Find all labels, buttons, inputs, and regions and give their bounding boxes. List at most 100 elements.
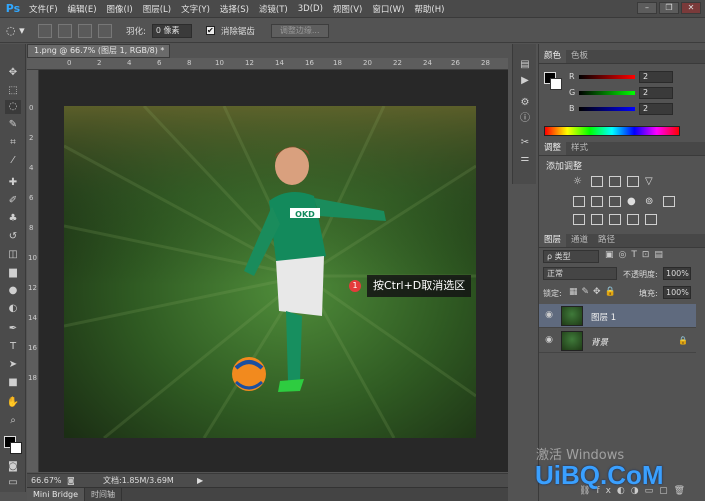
menu-window[interactable]: 窗口(W) xyxy=(367,3,409,15)
refine-edge-button[interactable]: 调整边缘... xyxy=(270,23,329,38)
channel-g-slider[interactable] xyxy=(579,91,635,95)
layer-filter-icons[interactable]: ▣◎T⊡▤ xyxy=(605,250,668,260)
menu-3d[interactable]: 3D(D) xyxy=(293,4,328,14)
shape-tool-icon[interactable]: ■ xyxy=(5,376,21,390)
levels-icon[interactable] xyxy=(591,176,603,187)
gradient-tool-icon[interactable]: ▆ xyxy=(5,266,21,280)
channel-r-slider[interactable] xyxy=(579,75,635,79)
lasso-tool-icon[interactable]: ◌ xyxy=(5,100,21,114)
zoom-level[interactable]: 66.67% xyxy=(31,474,62,487)
crop-tool-icon[interactable]: ⌗ xyxy=(5,136,21,150)
menu-type[interactable]: 文字(Y) xyxy=(176,3,215,15)
channel-g-value[interactable]: 2 xyxy=(639,87,673,99)
tab-paths[interactable]: 路径 xyxy=(593,234,620,247)
invert-icon[interactable] xyxy=(573,214,585,225)
exposure-icon[interactable] xyxy=(627,176,639,187)
menu-file[interactable]: 文件(F) xyxy=(24,3,63,15)
stamp-tool-icon[interactable]: ♣ xyxy=(5,212,21,226)
background-color-swatch[interactable] xyxy=(10,442,22,454)
quick-select-tool-icon[interactable]: ✎ xyxy=(5,118,21,132)
path-select-tool-icon[interactable]: ➤ xyxy=(5,358,21,372)
bg-color-chip[interactable] xyxy=(550,78,562,90)
properties-icon[interactable]: ⚙ xyxy=(518,96,532,110)
layer-name[interactable]: 图层 1 xyxy=(591,311,616,323)
tab-channels[interactable]: 通道 xyxy=(566,234,593,247)
new-selection-icon[interactable] xyxy=(38,23,52,38)
pen-tool-icon[interactable]: ✒ xyxy=(5,322,21,336)
threshold-icon[interactable] xyxy=(609,214,621,225)
subtract-selection-icon[interactable] xyxy=(78,23,92,38)
layer-filter-select[interactable]: ρ 类型 xyxy=(543,250,599,263)
add-selection-icon[interactable] xyxy=(58,23,72,38)
character-icon[interactable]: ⚌ xyxy=(518,152,532,166)
opacity-input[interactable]: 100% xyxy=(663,267,691,280)
lock-icons[interactable]: ▦✎✥🔒 xyxy=(569,287,620,297)
actions-icon[interactable]: ▶ xyxy=(518,74,532,88)
intersect-selection-icon[interactable] xyxy=(98,23,112,38)
move-tool-icon[interactable]: ✥ xyxy=(5,66,21,80)
photo-filter-icon[interactable]: ● xyxy=(627,196,639,207)
channel-mixer-icon[interactable]: ⊚ xyxy=(645,196,657,207)
dodge-tool-icon[interactable]: ◐ xyxy=(5,302,21,316)
info-icon[interactable]: ⓘ xyxy=(518,112,532,126)
menu-layer[interactable]: 图层(L) xyxy=(138,3,176,15)
antialias-checkbox[interactable]: ✔ xyxy=(205,26,215,35)
menu-image[interactable]: 图像(I) xyxy=(102,3,138,15)
channel-b-slider[interactable] xyxy=(579,107,635,111)
status-menu-arrow-icon[interactable]: ▶ xyxy=(197,474,203,487)
color-spectrum-bar[interactable] xyxy=(544,126,680,136)
eraser-tool-icon[interactable]: ◫ xyxy=(5,248,21,262)
document-tab[interactable]: 1.png @ 66.7% (图层 1, RGB/8) * × xyxy=(27,44,170,67)
minimize-button[interactable]: – xyxy=(637,2,657,14)
fill-input[interactable]: 100% xyxy=(663,286,691,299)
restore-button[interactable]: ❐ xyxy=(659,2,679,14)
channel-r-value[interactable]: 2 xyxy=(639,71,673,83)
menu-select[interactable]: 选择(S) xyxy=(215,3,254,15)
black-white-icon[interactable] xyxy=(609,196,621,207)
menu-view[interactable]: 视图(V) xyxy=(328,3,367,15)
tab-timeline[interactable]: 时间轴 xyxy=(85,488,123,501)
marquee-tool-icon[interactable]: ⬚ xyxy=(5,84,21,98)
menu-help[interactable]: 帮助(H) xyxy=(409,3,449,15)
brush-tool-icon[interactable]: ✐ xyxy=(5,194,21,208)
layer-row[interactable]: ◉ 背景 🔒 xyxy=(539,329,696,353)
selective-color-icon[interactable] xyxy=(645,214,657,225)
vibrance-icon[interactable]: ▽ xyxy=(645,176,657,187)
hand-tool-icon[interactable]: ✋ xyxy=(5,396,21,410)
brightness-icon[interactable]: ☼ xyxy=(573,176,585,187)
history-brush-icon[interactable]: ↺ xyxy=(5,230,21,244)
hue-saturation-icon[interactable] xyxy=(573,196,585,207)
tab-styles[interactable]: 样式 xyxy=(566,142,593,155)
layer-name[interactable]: 背景 xyxy=(591,336,608,348)
status-icon[interactable]: ◙ xyxy=(67,474,75,487)
menu-edit[interactable]: 编辑(E) xyxy=(63,3,102,15)
gradient-map-icon[interactable] xyxy=(627,214,639,225)
curves-icon[interactable] xyxy=(609,176,621,187)
tab-layers[interactable]: 图层 xyxy=(539,234,567,247)
color-balance-icon[interactable] xyxy=(591,196,603,207)
color-lookup-icon[interactable] xyxy=(663,196,675,207)
posterize-icon[interactable] xyxy=(591,214,603,225)
document-image[interactable]: OKD xyxy=(64,106,476,438)
tab-color[interactable]: 颜色 xyxy=(539,50,567,63)
feather-input[interactable]: 0 像素 xyxy=(151,23,192,38)
zoom-tool-icon[interactable]: ⌕ xyxy=(5,414,21,428)
channel-b-value[interactable]: 2 xyxy=(639,103,673,115)
menu-filter[interactable]: 滤镜(T) xyxy=(254,3,293,15)
visibility-eye-icon[interactable]: ◉ xyxy=(544,335,554,345)
tab-adjustments[interactable]: 调整 xyxy=(539,142,567,155)
type-tool-icon[interactable]: T xyxy=(5,340,21,354)
tab-swatches[interactable]: 色板 xyxy=(566,50,593,63)
tab-mini-bridge[interactable]: Mini Bridge xyxy=(27,488,86,501)
blur-tool-icon[interactable]: ● xyxy=(5,284,21,298)
healing-tool-icon[interactable]: ✚ xyxy=(5,176,21,190)
layer-row[interactable]: ◉ 图层 1 xyxy=(539,304,696,328)
lasso-preset-icon[interactable]: ◌ ▾ xyxy=(6,23,32,39)
quick-mask-icon[interactable]: ◙ xyxy=(5,460,21,474)
blend-mode-select[interactable]: 正常 xyxy=(543,267,617,280)
screen-mode-icon[interactable]: ▭ xyxy=(5,476,21,490)
history-icon[interactable]: ▤ xyxy=(518,58,532,72)
visibility-eye-icon[interactable]: ◉ xyxy=(544,310,554,320)
eyedropper-tool-icon[interactable]: ⁄ xyxy=(5,154,21,168)
brush-preset-icon[interactable]: ✂ xyxy=(518,136,532,150)
